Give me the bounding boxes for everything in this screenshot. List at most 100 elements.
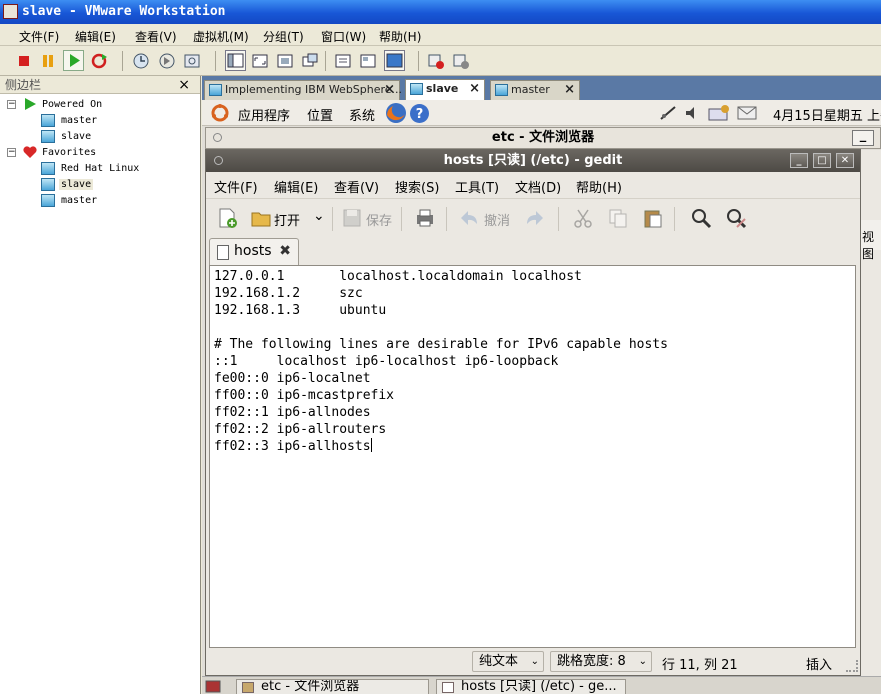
panel-system-menu[interactable]: 系统	[349, 105, 375, 124]
show-desktop-icon[interactable]	[205, 680, 221, 693]
vm-tab-slave[interactable]: slave ×	[405, 79, 485, 100]
taskbar-file-browser[interactable]: etc - 文件浏览器	[236, 679, 429, 694]
quick-switch-icon[interactable]	[276, 52, 294, 70]
gedit-menu-tools[interactable]: 工具(T)	[455, 177, 499, 196]
vm-menu-view[interactable]: 查看(V)	[135, 28, 177, 45]
save-button[interactable]: 保存	[366, 210, 392, 229]
vm-menu-file[interactable]: 文件(F)	[19, 28, 59, 45]
vm-tab-close-button[interactable]: ×	[469, 80, 480, 98]
snapshot-manager-icon[interactable]	[183, 52, 201, 70]
panel-clock[interactable]: 4月15日星期五 上午	[773, 105, 881, 124]
window-menu-icon[interactable]	[214, 156, 223, 165]
tree-item-slave-selected[interactable]: slave	[59, 179, 94, 190]
resize-grip[interactable]	[846, 660, 858, 672]
vm-view-icon[interactable]	[384, 50, 405, 71]
gedit-menu-documents[interactable]: 文档(D)	[515, 177, 561, 196]
vm-menu-vm[interactable]: 虚拟机(M)	[193, 28, 249, 45]
syntax-mode-selector[interactable]: 纯文本 ⌄	[472, 651, 544, 672]
volume-icon[interactable]	[684, 105, 702, 121]
file-browser-minimize-button[interactable]: _	[852, 129, 874, 146]
gedit-title-bar: hosts [只读] (/etc) - gedit _ □ ✕	[206, 150, 860, 172]
toolbar-separator	[215, 51, 216, 71]
vm-tab-label: slave	[426, 82, 459, 95]
copy-icon[interactable]	[607, 207, 629, 229]
help-icon[interactable]: ?	[409, 103, 430, 124]
document-tab-hosts[interactable]: hosts ✖	[209, 238, 299, 265]
undo-icon[interactable]	[458, 207, 480, 229]
redo-icon[interactable]	[524, 207, 546, 229]
tab-width-selector[interactable]: 跳格宽度: 8 ⌄	[550, 651, 652, 672]
taskbar-label: hosts [只读] (/etc) - ge...	[461, 679, 617, 694]
panel-places-menu[interactable]: 位置	[307, 105, 333, 124]
mail-icon[interactable]	[737, 104, 759, 122]
open-folder-icon[interactable]	[250, 207, 272, 229]
tree-item-master-favorite[interactable]: master	[61, 195, 97, 206]
vm-menu-team[interactable]: 分组(T)	[263, 28, 304, 45]
unity-icon[interactable]	[301, 52, 319, 70]
vm-tab-label: Implementing IBM WebSphere...	[225, 83, 403, 96]
firefox-icon[interactable]	[384, 101, 408, 125]
taskbar-gedit[interactable]: hosts [只读] (/etc) - ge...	[436, 679, 626, 694]
toolbar-separator	[122, 51, 123, 71]
document-tab-close-button[interactable]: ✖	[279, 239, 291, 264]
gedit-menu-bar: 文件(F) 编辑(E) 查看(V) 搜索(S) 工具(T) 文档(D) 帮助(H…	[206, 172, 860, 198]
power-on-icon[interactable]	[63, 50, 84, 71]
undo-button[interactable]: 撤消	[484, 210, 510, 229]
console-view-icon[interactable]	[359, 52, 377, 70]
gedit-menu-file[interactable]: 文件(F)	[214, 177, 258, 196]
vm-tab-close-button[interactable]: ×	[564, 81, 575, 99]
new-document-icon[interactable]	[216, 207, 238, 229]
gedit-menu-edit[interactable]: 编辑(E)	[274, 177, 318, 196]
gedit-menu-help[interactable]: 帮助(H)	[576, 177, 622, 196]
syntax-mode-label: 纯文本	[479, 654, 519, 669]
update-notifier-icon[interactable]	[707, 104, 731, 122]
gedit-close-button[interactable]: ✕	[836, 153, 854, 168]
settings-icon[interactable]	[452, 52, 470, 70]
tree-item-red-hat-linux[interactable]: Red Hat Linux	[61, 163, 139, 174]
vm-tab-close-button[interactable]: ×	[384, 81, 395, 99]
open-button[interactable]: 打开	[274, 210, 300, 229]
sidebar-close-button[interactable]: ×	[178, 76, 190, 94]
file-browser-view-label[interactable]: 视图	[858, 220, 881, 261]
capture-movie-icon[interactable]	[427, 52, 445, 70]
summary-view-icon[interactable]	[334, 52, 352, 70]
fullscreen-icon[interactable]	[251, 52, 269, 70]
gedit-menu-view[interactable]: 查看(V)	[334, 177, 379, 196]
group-favorites[interactable]: Favorites	[42, 147, 96, 158]
gedit-maximize-button[interactable]: □	[813, 153, 831, 168]
open-recent-dropdown[interactable]: ⌄	[313, 208, 325, 224]
print-icon[interactable]	[414, 207, 436, 229]
vm-tab-websphere[interactable]: Implementing IBM WebSphere... ×	[204, 80, 403, 100]
show-sidebar-icon[interactable]	[225, 50, 246, 71]
vm-menu-edit[interactable]: 编辑(E)	[75, 28, 116, 45]
window-menu-icon[interactable]	[213, 133, 222, 142]
panel-applications-menu[interactable]: 应用程序	[238, 105, 290, 124]
text-line: fe00::0 ip6-localnet	[214, 371, 371, 386]
search-replace-icon[interactable]	[725, 207, 747, 229]
tree-item-master[interactable]: master	[61, 115, 97, 126]
vm-menu-help[interactable]: 帮助(H)	[379, 28, 421, 45]
search-icon[interactable]	[690, 207, 712, 229]
network-icon[interactable]	[659, 105, 677, 121]
gedit-minimize-button[interactable]: _	[790, 153, 808, 168]
expander-favorites[interactable]: −	[7, 148, 16, 157]
cursor-position: 行 11, 列 21	[662, 658, 738, 673]
suspend-icon[interactable]	[39, 52, 57, 70]
text-editor-area[interactable]: 127.0.0.1 localhost.localdomain localhos…	[209, 265, 856, 648]
vm-menu-window[interactable]: 窗口(W)	[321, 28, 366, 45]
vm-tab-master[interactable]: master ×	[490, 80, 580, 100]
cut-icon[interactable]	[572, 207, 594, 229]
power-off-icon[interactable]	[15, 52, 33, 70]
snapshot-icon[interactable]	[132, 52, 150, 70]
save-icon[interactable]	[341, 207, 363, 229]
gedit-menu-search[interactable]: 搜索(S)	[395, 177, 439, 196]
revert-snapshot-icon[interactable]	[158, 52, 176, 70]
expander-powered-on[interactable]: −	[7, 100, 16, 109]
tree-item-slave[interactable]: slave	[61, 131, 91, 142]
toolbar-separator	[418, 51, 419, 71]
reset-icon[interactable]	[90, 52, 108, 70]
text-cursor	[370, 438, 372, 452]
group-powered-on[interactable]: Powered On	[42, 99, 102, 110]
paste-icon[interactable]	[642, 207, 664, 229]
vm-icon	[41, 162, 55, 175]
